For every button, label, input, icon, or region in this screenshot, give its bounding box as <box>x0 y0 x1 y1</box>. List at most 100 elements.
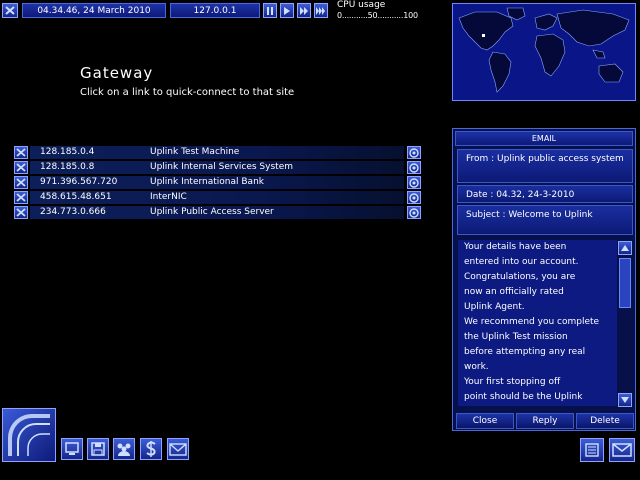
memory-button[interactable] <box>580 438 604 462</box>
close-icon <box>5 6 15 15</box>
exit-button[interactable] <box>2 3 18 18</box>
email-body-line: before attempting any real <box>464 347 586 357</box>
mail-button[interactable] <box>167 438 189 460</box>
email-button[interactable] <box>609 438 635 462</box>
delete-link-button[interactable] <box>14 176 28 189</box>
disk-icon <box>91 442 105 456</box>
people-icon <box>117 443 131 456</box>
email-delete-button[interactable]: Delete <box>576 413 634 429</box>
email-close-label: Close <box>472 416 498 426</box>
link-bar[interactable]: 458.615.48.651 InterNIC <box>30 191 404 204</box>
email-body-line: Your details have been <box>464 242 567 252</box>
email-from-text: From : Uplink public access system <box>466 154 624 164</box>
play-icon <box>284 6 290 15</box>
link-name: Uplink International Bank <box>150 177 264 187</box>
info-icon <box>409 207 419 218</box>
link-ip: 128.185.0.4 <box>40 147 95 157</box>
link-row[interactable]: 128.185.0.8 Uplink Internal Services Sys… <box>14 161 422 174</box>
email-from: From : Uplink public access system <box>457 149 633 183</box>
info-icon <box>409 147 419 158</box>
arrow-up-icon <box>621 245 629 251</box>
link-info-button[interactable] <box>407 161 421 174</box>
link-bar[interactable]: 128.185.0.8 Uplink Internal Services Sys… <box>30 161 404 174</box>
link-bar[interactable]: 234.773.0.666 Uplink Public Access Serve… <box>30 206 404 219</box>
delete-link-button[interactable] <box>14 206 28 219</box>
play-button[interactable] <box>280 3 294 18</box>
email-body: Your details have been entered into our … <box>458 240 618 406</box>
info-icon <box>409 192 419 203</box>
close-icon <box>16 148 26 157</box>
link-row[interactable]: 128.185.0.4 Uplink Test Machine <box>14 146 422 159</box>
computer-button[interactable] <box>61 438 83 460</box>
email-date: Date : 04.32, 24-3-2010 <box>457 185 633 203</box>
link-row[interactable]: 234.773.0.666 Uplink Public Access Serve… <box>14 206 422 219</box>
scroll-down-button[interactable] <box>618 393 632 407</box>
world-map-icon <box>458 7 630 93</box>
link-row[interactable]: 971.396.567.720 Uplink International Ban… <box>14 176 422 189</box>
delete-link-button[interactable] <box>14 161 28 174</box>
email-body-line: point should be the Uplink <box>464 392 583 402</box>
link-name: InterNIC <box>150 192 187 202</box>
link-ip: 458.615.48.651 <box>40 192 112 202</box>
page-title: Gateway <box>80 64 154 82</box>
pause-icon <box>267 6 273 15</box>
pause-button[interactable] <box>263 3 277 18</box>
email-icon <box>612 443 632 457</box>
info-icon <box>409 162 419 173</box>
email-close-button[interactable]: Close <box>456 413 514 429</box>
memory-icon <box>585 443 599 457</box>
email-body-line: work. <box>464 362 489 372</box>
email-scrollbar[interactable] <box>617 240 633 408</box>
datetime-text: 04.34.46, 24 March 2010 <box>37 5 151 16</box>
link-row[interactable]: 458.615.48.651 InterNIC <box>14 191 422 204</box>
scroll-thumb[interactable] <box>619 258 631 308</box>
people-button[interactable] <box>113 438 135 460</box>
link-name: Uplink Public Access Server <box>150 207 274 217</box>
map-location-marker <box>482 34 485 37</box>
fast-forward-icon <box>300 6 308 15</box>
link-info-button[interactable] <box>407 191 421 204</box>
close-icon <box>16 163 26 172</box>
email-header: EMAIL <box>455 131 633 146</box>
delete-link-button[interactable] <box>14 191 28 204</box>
link-name: Uplink Internal Services System <box>150 162 293 172</box>
uplink-logo-icon <box>8 414 50 456</box>
local-ip-display: 127.0.0.1 <box>170 3 260 18</box>
cpu-usage-label: CPU usage <box>337 0 386 10</box>
finance-button[interactable] <box>140 438 162 460</box>
link-info-button[interactable] <box>407 146 421 159</box>
fast-forward-button[interactable] <box>297 3 311 18</box>
info-icon <box>409 177 419 188</box>
email-delete-label: Delete <box>590 416 620 426</box>
link-info-button[interactable] <box>407 176 421 189</box>
email-body-line: the Uplink Test mission <box>464 332 568 342</box>
fastest-forward-icon <box>316 6 325 15</box>
link-info-button[interactable] <box>407 206 421 219</box>
finance-icon <box>146 441 156 457</box>
link-ip: 128.185.0.8 <box>40 162 95 172</box>
email-subject: Subject : Welcome to Uplink <box>457 205 633 235</box>
link-bar[interactable]: 128.185.0.4 Uplink Test Machine <box>30 146 404 159</box>
fastest-forward-button[interactable] <box>314 3 328 18</box>
email-body-line: Uplink Agent. <box>464 302 525 312</box>
close-icon <box>16 178 26 187</box>
email-reply-label: Reply <box>532 416 558 426</box>
world-map[interactable] <box>452 3 636 101</box>
delete-link-button[interactable] <box>14 146 28 159</box>
email-body-line: entered into our account. <box>464 257 579 267</box>
email-body-line: now an officially rated <box>464 287 564 297</box>
email-date-text: Date : 04.32, 24-3-2010 <box>466 190 575 200</box>
email-reply-button[interactable]: Reply <box>516 413 574 429</box>
computer-icon <box>65 442 79 455</box>
cpu-usage-scale: 0...........50...........100 <box>337 11 418 20</box>
scroll-up-button[interactable] <box>618 241 632 255</box>
mail-icon <box>169 443 187 456</box>
disk-button[interactable] <box>87 438 109 460</box>
email-body-line: Your first stopping off <box>464 377 561 387</box>
link-bar[interactable]: 971.396.567.720 Uplink International Ban… <box>30 176 404 189</box>
arrow-down-icon <box>621 397 629 403</box>
close-icon <box>16 208 26 217</box>
datetime-display: 04.34.46, 24 March 2010 <box>22 3 166 18</box>
link-name: Uplink Test Machine <box>150 147 240 157</box>
uplink-menu-button[interactable] <box>2 408 56 462</box>
